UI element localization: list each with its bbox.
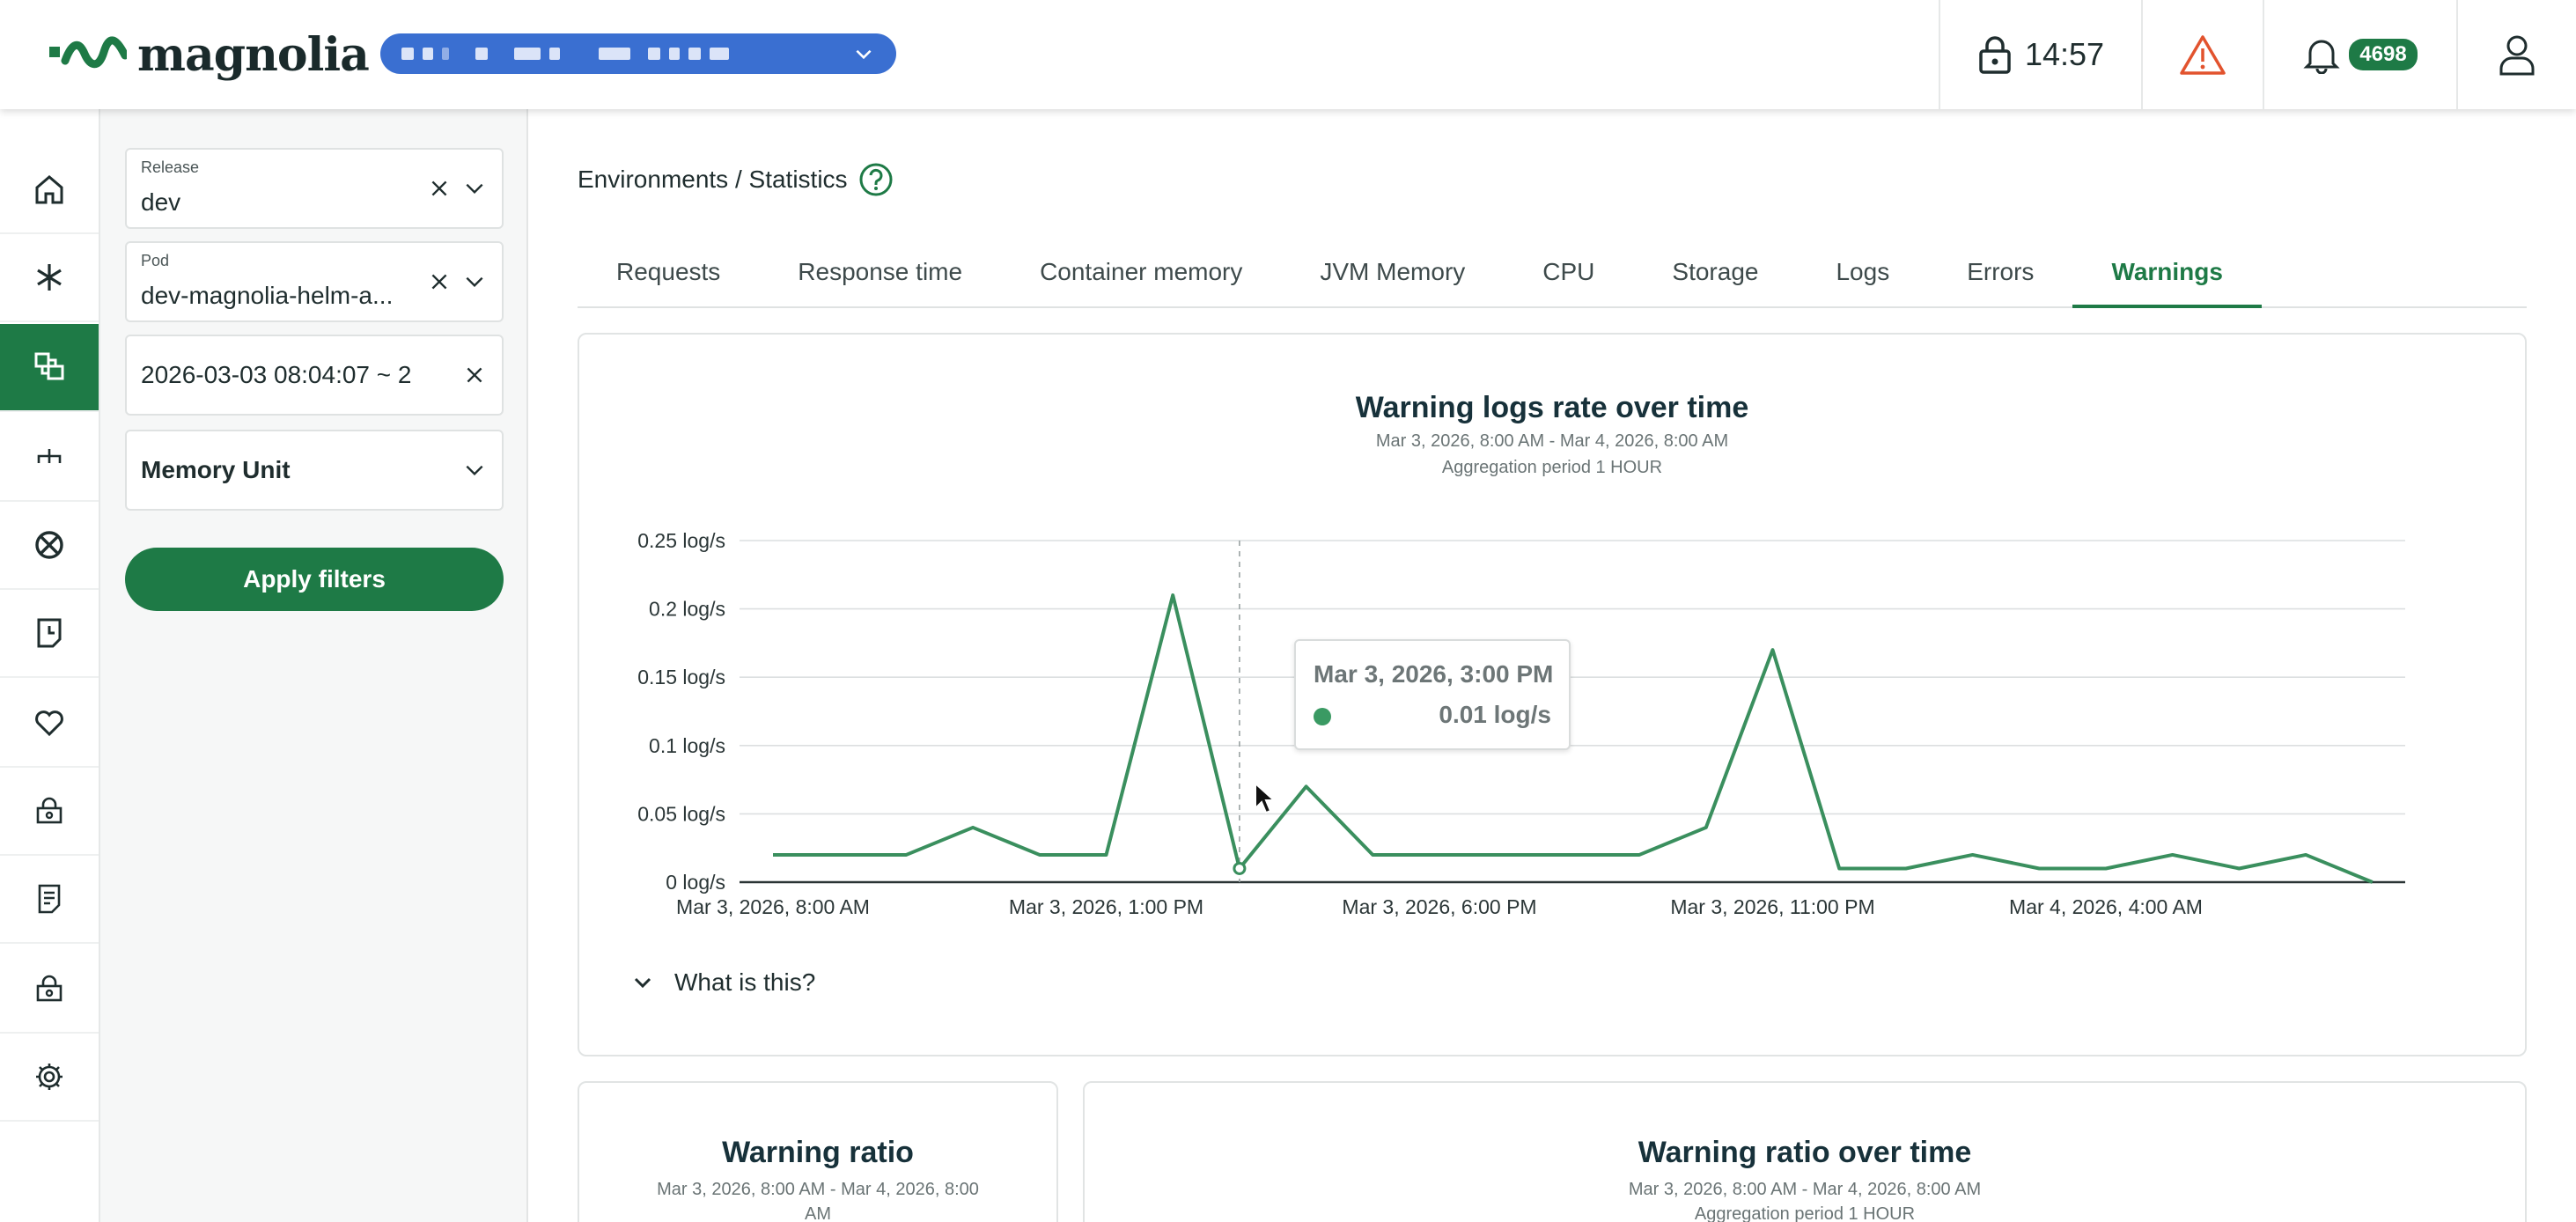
clear-icon[interactable] [428,177,451,200]
what-is-this-label: What is this? [674,968,816,996]
pod-value: dev-magnolia-helm-a... [141,282,394,309]
statistics-tabs: Requests Response time Container memory … [578,238,2527,308]
nav-security[interactable] [0,768,99,856]
warning-ratio-over-time-aggregation: Aggregation period 1 HOUR [1694,1204,1916,1222]
globe-cross-icon [35,531,63,559]
environment-name-redacted [401,48,843,60]
release-value: dev [141,188,181,216]
chevron-down-icon [466,465,483,476]
magnolia-logo-mark-icon [49,36,127,69]
warning-ratio-over-time-subtitle: Mar 3, 2026, 8:00 AM - Mar 4, 2026, 8:00… [1628,1180,1982,1199]
tooltip-series-dot [1314,708,1331,725]
bell-icon [2303,40,2340,74]
pod-select[interactable]: Pod dev-magnolia-helm-a... [125,241,504,322]
memory-unit-select[interactable]: Memory Unit [125,430,504,511]
breadcrumb-text: Environments / Statistics [578,166,848,193]
warning-triangle-icon [2180,35,2226,75]
chevron-down-icon [856,49,872,60]
tab-storage[interactable]: Storage [1633,238,1797,306]
breadcrumb: Environments / Statistics [578,162,894,197]
logo-text: magnolia [137,27,370,82]
notification-count-badge: 4698 [2349,39,2418,70]
what-is-this-toggle[interactable]: What is this? [630,968,815,997]
chart-aggregation: Aggregation period 1 HOUR [1441,458,1663,477]
magnolia-logo[interactable]: magnolia [49,26,370,83]
tab-errors[interactable]: Errors [1928,238,2072,306]
top-header: magnolia 14:57 4698 [0,0,2576,109]
chevron-down-icon [634,977,651,989]
user-icon [2499,35,2535,76]
nav-asterisk[interactable] [0,234,99,322]
warning-ratio-subtitle: Mar 3, 2026, 8:00 AM - Mar 4, 2026, 8:00 [657,1180,979,1199]
hierarchy-icon [37,449,62,463]
notifications-button[interactable]: 4698 [2263,0,2456,109]
tooltip-value: 0.01 log/s [1439,701,1551,728]
tab-warnings[interactable]: Warnings [2072,238,2262,308]
warning-ratio-over-time-card: Warning ratio over time Mar 3, 2026, 8:0… [1083,1081,2527,1222]
environment-selector[interactable] [380,33,896,74]
tab-logs[interactable]: Logs [1797,238,1928,306]
nav-notes[interactable] [0,856,99,944]
clear-icon[interactable] [463,364,486,386]
memory-unit-label: Memory Unit [141,456,291,483]
date-range-value: 2026-03-03 08:04:07 ~ 2 [141,361,412,388]
lock-icon [1979,36,2011,74]
help-icon[interactable] [858,162,894,197]
clear-icon[interactable] [428,270,451,293]
filters-panel: Release dev Pod dev-magnolia-helm-a... 2… [100,109,528,1222]
lock-box-icon [36,975,63,1002]
nav-environments[interactable] [0,324,99,412]
tab-requests[interactable]: Requests [578,238,759,306]
home-icon [35,175,63,204]
chevron-down-icon[interactable] [463,270,486,293]
session-timer[interactable]: 14:57 [1939,0,2141,109]
release-label: Release [141,158,200,176]
gear-icon [36,1064,63,1090]
release-select[interactable]: Release dev [125,148,504,229]
heart-icon [35,710,63,737]
asterisk-icon [37,264,62,291]
mouse-cursor-icon [1255,782,1277,814]
nav-health[interactable] [0,680,99,768]
tab-container-memory[interactable]: Container memory [1001,238,1281,306]
tab-response-time[interactable]: Response time [759,238,1001,306]
chevron-down-icon[interactable] [463,177,486,200]
environments-icon [34,352,64,380]
warning-ratio-title: Warning ratio [722,1136,914,1169]
document-clock-icon [37,618,62,648]
nav-home[interactable] [0,146,99,234]
session-clock: 14:57 [2024,36,2105,72]
nav-access[interactable] [0,946,99,1034]
nav-globe[interactable] [0,502,99,590]
warning-ratio-card: Warning ratio Mar 3, 2026, 8:00 AM - Mar… [578,1081,1058,1222]
tab-cpu[interactable]: CPU [1504,238,1633,306]
notes-icon [38,884,61,914]
chart-tooltip: Mar 3, 2026, 3:00 PM 0.01 log/s [1294,639,1571,750]
warning-ratio-subtitle-cont: AM [805,1204,831,1222]
pod-label: Pod [141,252,170,269]
chart-subtitle: Mar 3, 2026, 8:00 AM - Mar 4, 2026, 8:00… [1375,431,1729,451]
nav-settings[interactable] [0,1034,99,1122]
warning-ratio-over-time-title: Warning ratio over time [1638,1136,1972,1169]
tooltip-title: Mar 3, 2026, 3:00 PM [1314,660,1554,688]
warning-button[interactable] [2141,0,2263,109]
date-range-input[interactable]: 2026-03-03 08:04:07 ~ 2 [125,335,504,416]
nav-reports[interactable] [0,590,99,678]
user-menu-button[interactable] [2456,0,2576,109]
chart-title: Warning logs rate over time [1355,391,1749,424]
apply-filters-button[interactable]: Apply filters [125,548,504,611]
lock-box-icon [36,797,63,824]
left-nav-rail [0,109,100,1222]
nav-hierarchy[interactable] [0,414,99,502]
tab-jvm-memory[interactable]: JVM Memory [1281,238,1504,306]
